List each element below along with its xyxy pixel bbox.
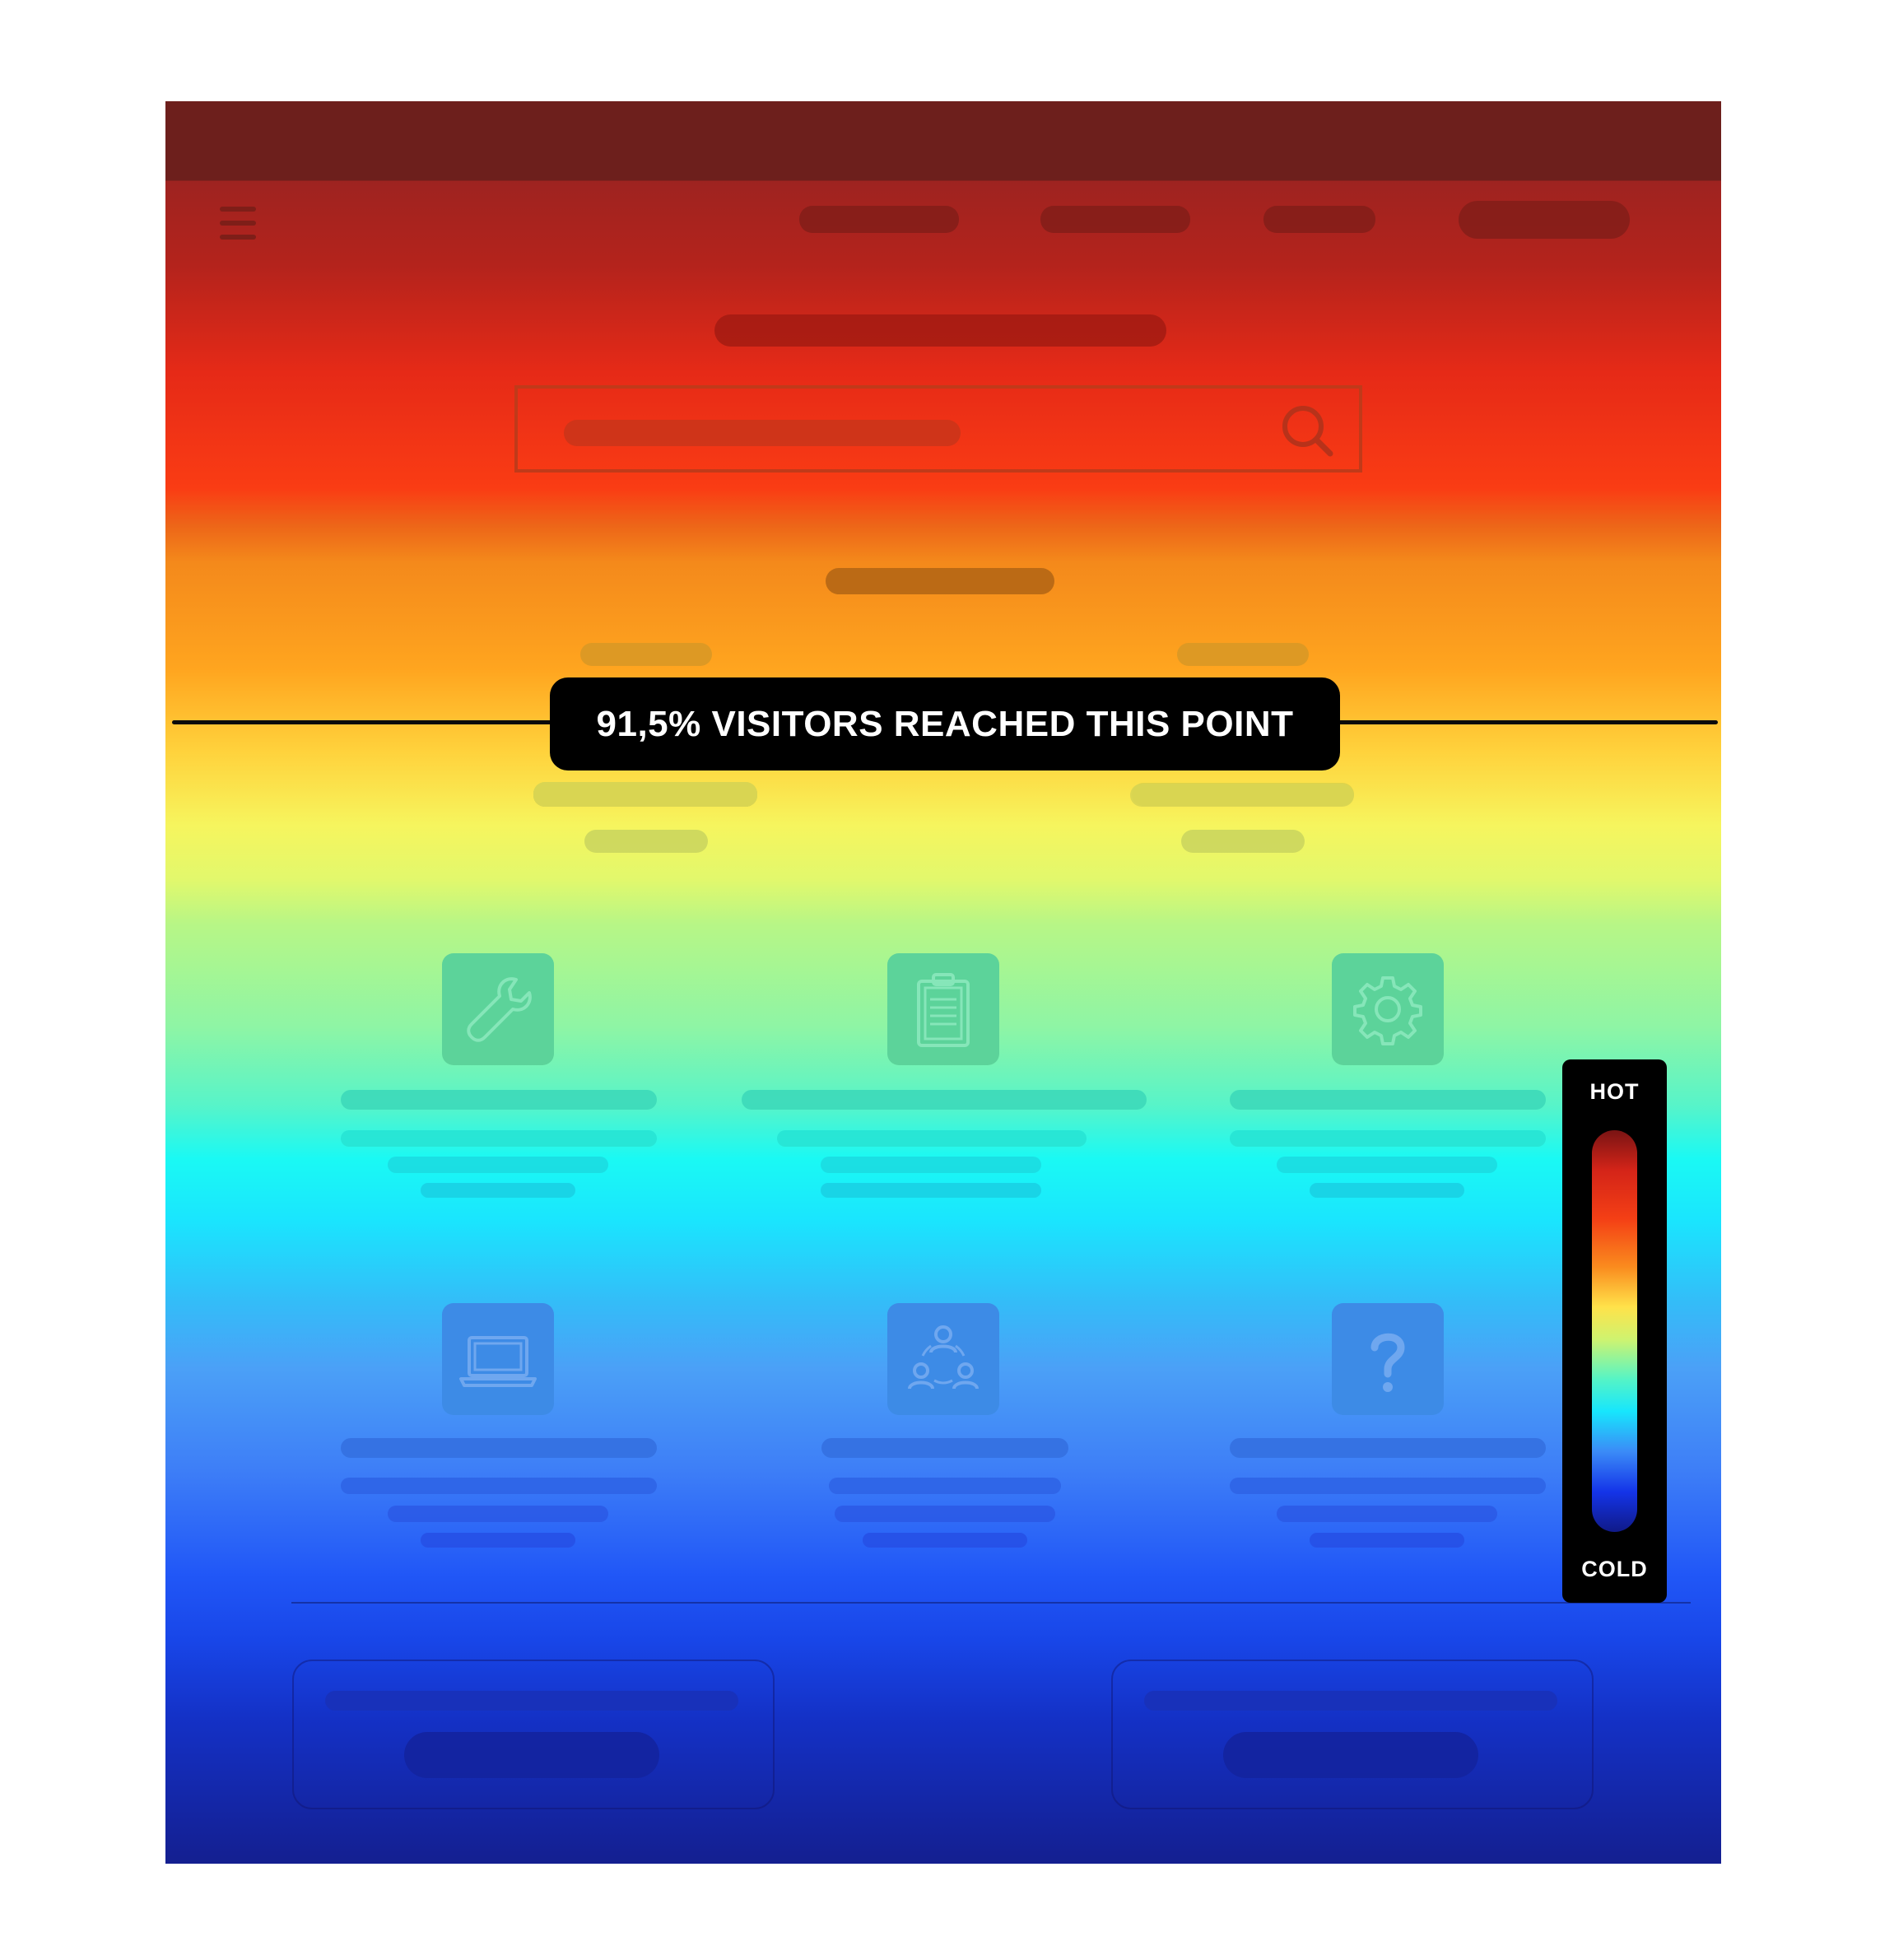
nav-item[interactable] (799, 206, 959, 233)
section-divider (291, 1602, 1691, 1604)
feature-text (1310, 1533, 1464, 1548)
footer-card (1111, 1660, 1594, 1809)
feature-title (1230, 1090, 1546, 1110)
scroll-depth-label: 91,5% VISITORS REACHED THIS POINT (596, 703, 1294, 744)
scroll-heatmap (165, 101, 1721, 1864)
scroll-depth-badge: 91,5% VISITORS REACHED THIS POINT (550, 677, 1340, 770)
clipboard-icon[interactable] (887, 953, 999, 1065)
nav-item[interactable] (1040, 206, 1190, 233)
search-icon[interactable] (1279, 403, 1337, 460)
feature-text (341, 1130, 657, 1147)
feature-title (742, 1090, 1147, 1110)
feature-title (341, 1438, 657, 1458)
wrench-icon[interactable] (442, 953, 554, 1065)
laptop-icon[interactable] (442, 1303, 554, 1415)
question-icon[interactable] (1332, 1303, 1444, 1415)
heat-legend: HOT COLD (1562, 1059, 1667, 1603)
card-text (325, 1691, 738, 1711)
feature-text (1230, 1130, 1546, 1147)
feature-text (421, 1533, 575, 1548)
legend-cold-label: COLD (1581, 1557, 1648, 1581)
feature-text (821, 1183, 1041, 1198)
legend-hot-label: HOT (1589, 1079, 1640, 1104)
feature-text (829, 1478, 1061, 1494)
feature-text (421, 1183, 575, 1198)
hamburger-menu-icon[interactable] (220, 203, 256, 244)
card-button[interactable] (1223, 1732, 1478, 1778)
team-icon[interactable] (887, 1303, 999, 1415)
nav-item[interactable] (1263, 206, 1375, 233)
hero-title (714, 314, 1166, 347)
feature-title (821, 1438, 1068, 1458)
feature-text (1310, 1183, 1464, 1198)
feature-text (388, 1506, 608, 1522)
column-text (533, 784, 757, 807)
search-placeholder (564, 420, 961, 446)
feature-text (1277, 1157, 1497, 1173)
feature-text (863, 1533, 1027, 1548)
column-text (1130, 784, 1354, 807)
gear-icon[interactable] (1332, 953, 1444, 1065)
card-text (1144, 1691, 1557, 1711)
feature-text (1277, 1506, 1497, 1522)
feature-title (1230, 1438, 1546, 1458)
search-input[interactable] (514, 385, 1362, 473)
feature-text (1230, 1478, 1546, 1494)
section-title (826, 568, 1054, 594)
card-button[interactable] (404, 1732, 659, 1778)
column-text (584, 830, 708, 853)
feature-text (388, 1157, 608, 1173)
feature-text (835, 1506, 1055, 1522)
legend-color-scale (1592, 1130, 1637, 1532)
column-heading (1177, 643, 1309, 666)
column-heading (580, 643, 712, 666)
column-text (1181, 830, 1305, 853)
nav-cta-button[interactable] (1459, 201, 1630, 239)
feature-text (341, 1478, 657, 1494)
feature-text (777, 1130, 1087, 1147)
feature-text (821, 1157, 1041, 1173)
footer-card (292, 1660, 775, 1809)
feature-title (341, 1090, 657, 1110)
